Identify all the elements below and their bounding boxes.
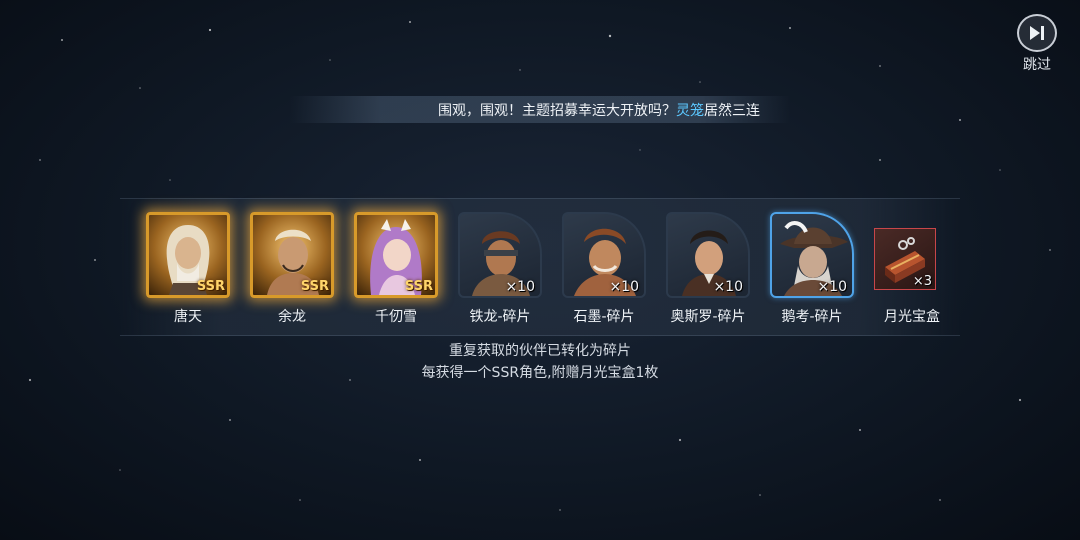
reward-name: 奥斯罗-碎片 <box>670 309 746 325</box>
fragment-portrait-card[interactable]: ×10 <box>770 212 854 298</box>
reward-name: 铁龙-碎片 <box>469 309 531 325</box>
ssr-badge: SSR <box>300 279 329 294</box>
skip-button[interactable]: 跳过 <box>1014 14 1060 74</box>
ssr-badge: SSR <box>404 279 433 294</box>
count-badge: ×3 <box>912 274 932 289</box>
reward-name: 余龙 <box>278 309 306 325</box>
ssr-badge: SSR <box>196 279 225 294</box>
count-badge: ×10 <box>713 279 743 295</box>
moonlight-box-card[interactable]: ×3 <box>874 228 936 290</box>
reward-notes: 重复获取的伙伴已转化为碎片 每获得一个SSR角色,附赠月光宝盒1枚 <box>0 340 1080 384</box>
duplicate-note: 重复获取的伙伴已转化为碎片 <box>449 343 631 359</box>
reward-name: 唐天 <box>174 309 202 325</box>
skip-icon[interactable] <box>1017 14 1057 52</box>
count-badge: ×10 <box>609 279 639 295</box>
skip-label: 跳过 <box>1023 57 1051 73</box>
announcement-highlight: 灵笼 <box>676 103 704 119</box>
fragment-portrait-card[interactable]: ×10 <box>666 212 750 298</box>
ssr-portrait-card[interactable]: SSR <box>146 212 230 298</box>
count-badge: ×10 <box>505 279 535 295</box>
announcement-text: 围观，围观！主题招募幸运大开放吗？灵笼居然三连 <box>438 100 760 120</box>
ssr-portrait-card[interactable]: SSR <box>250 212 334 298</box>
reward-name: 鹅考-碎片 <box>781 309 843 325</box>
fragment-portrait-card[interactable]: ×10 <box>562 212 646 298</box>
ssr-portrait-card[interactable]: SSR <box>354 212 438 298</box>
announcement-banner: 围观，围观！主题招募幸运大开放吗？灵笼居然三连 <box>290 96 790 123</box>
count-badge: ×10 <box>817 279 847 295</box>
ssr-bonus-note: 每获得一个SSR角色,附赠月光宝盒1枚 <box>421 365 659 381</box>
announcement-text-after: 居然三连 <box>704 103 760 119</box>
reward-name: 月光宝盒 <box>884 309 940 325</box>
fragment-portrait-card[interactable]: ×10 <box>458 212 542 298</box>
announcement-text-before: 围观，围观！主题招募幸运大开放吗？ <box>438 103 676 119</box>
reward-name: 千仞雪 <box>375 309 417 325</box>
reward-name: 石墨-碎片 <box>573 309 635 325</box>
